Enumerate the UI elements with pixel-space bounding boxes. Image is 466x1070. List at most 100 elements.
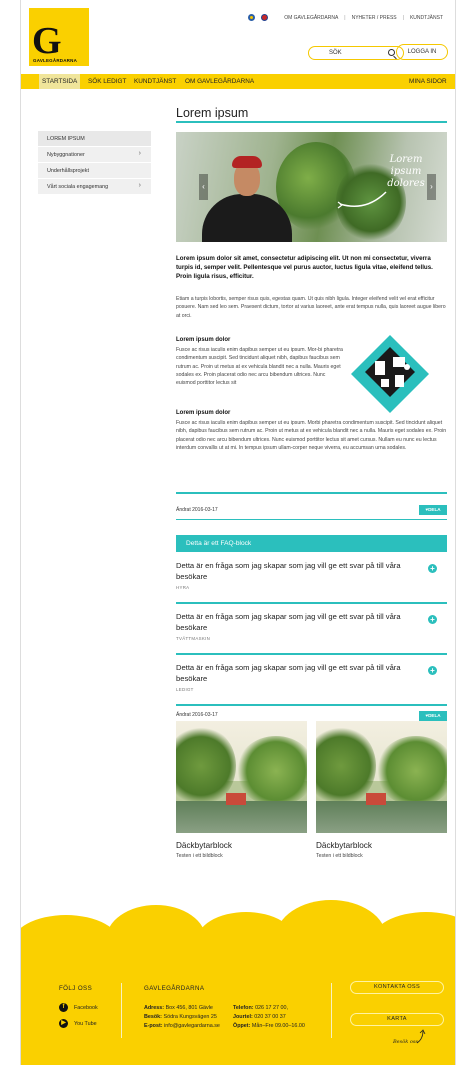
share-button[interactable]: ♥DELA (419, 711, 447, 721)
plus-icon[interactable]: + (428, 564, 437, 573)
main-nav: STARTSIDA SÖK LEDIGT KUNDTJÄNST OM GAVLE… (21, 74, 455, 89)
faq-heading: Detta är ett FAQ-block (176, 535, 447, 552)
faq-tag: TVÄTTMASKIN (176, 636, 211, 641)
top-links: OM GAVLEGÅRDARNA | NYHETER / PRESS | KUN… (248, 14, 443, 21)
page: G GAVLEGÅRDARNA OM GAVLEGÅRDARNA | NYHET… (20, 0, 456, 1065)
changed-date: Ändrat 2016-03-17 (176, 712, 218, 718)
faq-item[interactable]: Detta är en fråga som jag skapar som jag… (176, 662, 447, 692)
faq-tag: HYRA (176, 585, 190, 590)
sidebar-item-socialt-engagemang[interactable]: Vårt sociala engagemang › (38, 179, 151, 195)
sidebar-item-label: Underhållsprojekt (47, 168, 89, 174)
map-button[interactable]: KARTA (350, 1013, 444, 1026)
hero-caption: Lorem ipsum dolores (387, 154, 425, 189)
faq-divider (176, 602, 447, 604)
address-value: Box 456, 801 Gävle (165, 1005, 213, 1011)
follow-heading: FÖLJ OSS (59, 985, 93, 992)
faq-divider (176, 704, 447, 706)
sidebar-item-label: Vårt sociala engagemang (47, 184, 109, 190)
sidebar-item-label: LOREM IPSUM (47, 136, 85, 142)
top-link-om[interactable]: OM GAVLEGÅRDARNA (284, 15, 338, 21)
card-image (316, 721, 447, 833)
email-label: E-post: (144, 1023, 163, 1029)
hours-label: Öppet: (233, 1023, 251, 1029)
swedish-flag-icon[interactable] (248, 14, 256, 21)
english-flag-icon[interactable] (261, 14, 269, 21)
content-divider (176, 492, 447, 494)
hours-value: Mån–Fre 09.00–16.00 (251, 1023, 305, 1029)
gavlegardarna-logo[interactable]: G GAVLEGÅRDARNA (29, 8, 89, 66)
contact-us-button[interactable]: KONTAKTA OSS (350, 981, 444, 994)
faq-question: Detta är en fråga som jag skapar som jag… (176, 663, 401, 683)
faq-tag: LEDIGT (176, 687, 194, 692)
faq-divider (176, 653, 447, 655)
card-subtitle: Testen i ett bildblock (316, 853, 363, 859)
body-paragraph-1: Etiam a turpis lobortis, semper risus qu… (176, 296, 446, 319)
sidebar-item-nybyggnationer[interactable]: Nybyggnationer › (38, 147, 151, 163)
visit-label: Besök: (144, 1014, 162, 1020)
plus-icon[interactable]: + (428, 666, 437, 675)
card-image (176, 721, 307, 833)
search-icon (388, 49, 395, 56)
sidebar-item-lorem-ipsum[interactable]: LOREM IPSUM (38, 131, 151, 147)
logo-text: GAVLEGÅRDARNA (33, 58, 78, 63)
sidebar-item-underhallsprojekt[interactable]: Underhållsprojekt (38, 163, 151, 179)
phone-label: Telefon: (233, 1005, 254, 1011)
login-button[interactable]: LOGGA IN (396, 44, 448, 60)
plus-icon[interactable]: + (428, 615, 437, 624)
top-link-kundtjanst[interactable]: KUNDTJÄNST (410, 15, 443, 21)
image-block-card[interactable]: Däckbytarblock Testen i ett bildblock (316, 721, 447, 859)
card-title: Däckbytarblock (316, 841, 372, 850)
search-label: SÖK (329, 50, 342, 56)
faq-item[interactable]: Detta är en fråga som jag skapar som jag… (176, 611, 447, 641)
lead-paragraph: Lorem ipsum dolor sit amet, consectetur … (176, 255, 433, 280)
phone-value: 026 17 27 00, (255, 1005, 289, 1011)
card-title: Däckbytarblock (176, 841, 232, 850)
chevron-right-icon: › (138, 182, 141, 189)
facebook-link[interactable]: Facebook (74, 1005, 98, 1011)
logo-g-mark: G (32, 20, 62, 62)
emergency-value: 020 37 00 37 (254, 1014, 286, 1020)
card-subtitle: Testen i ett bildblock (176, 853, 223, 859)
hero-swoosh-arrow (337, 191, 387, 209)
title-divider (176, 121, 447, 123)
footer-divider (121, 983, 122, 1038)
share-label: DELA (428, 713, 441, 718)
curved-arrow-icon (416, 1029, 426, 1044)
company-heading: GAVLEGÅRDARNA (144, 985, 205, 992)
share-button[interactable]: ♥DELA (419, 505, 447, 515)
image-block-card[interactable]: Däckbytarblock Testen i ett bildblock (176, 721, 307, 859)
faq-question: Detta är en fråga som jag skapar som jag… (176, 612, 401, 632)
subheading-2: Lorem ipsum dolor (176, 410, 231, 416)
subheading-1: Lorem ipsum dolor (176, 337, 231, 343)
nav-item-kundtjanst[interactable]: KUNDTJÄNST (134, 78, 176, 85)
nav-item-mina-sidor[interactable]: MINA SIDOR (409, 78, 447, 85)
top-link-nyheter[interactable]: NYHETER / PRESS (352, 15, 397, 21)
nav-item-startsida[interactable]: STARTSIDA (39, 74, 81, 89)
sidebar: LOREM IPSUM Nybyggnationer › Underhållspr… (38, 131, 151, 195)
page-title: Lorem ipsum (176, 106, 249, 120)
emergency-label: Jourtel: (233, 1014, 253, 1020)
nav-item-sok-ledigt[interactable]: SÖK LEDIGT (88, 78, 126, 85)
faq-question: Detta är en fråga som jag skapar som jag… (176, 561, 401, 581)
visit-value: Södra Kungsvägen 25 (163, 1014, 217, 1020)
footer: FÖLJ OSS f Facebook ▶ You Tube GAVLEGÅRD… (21, 935, 455, 1065)
isometric-city-illustration (351, 335, 429, 413)
slider-prev-button[interactable]: ‹ (199, 174, 208, 200)
faq-item[interactable]: Detta är en fråga som jag skapar som jag… (176, 560, 447, 590)
youtube-icon[interactable]: ▶ (59, 1019, 68, 1028)
body-paragraph-2: Fusce ac risus iaculis enim dapibus semp… (176, 347, 343, 387)
search-button[interactable]: SÖK (308, 46, 404, 60)
share-label: DELA (428, 507, 441, 512)
body-paragraph-3: Fusce ac risus iaculis enim dapibus semp… (176, 420, 447, 451)
nav-item-om-gavlegardarna[interactable]: OM GAVLEGÅRDARNA (185, 78, 254, 85)
hero-person-cap (232, 156, 262, 168)
chevron-right-icon: › (138, 150, 141, 157)
youtube-link[interactable]: You Tube (74, 1021, 97, 1027)
sidebar-item-label: Nybyggnationer (47, 152, 85, 158)
facebook-icon[interactable]: f (59, 1003, 68, 1012)
changed-date: Ändrat 2016-03-17 (176, 507, 218, 513)
email-link[interactable]: info@gavlegardarna.se (164, 1023, 220, 1029)
hero-slider: ‹ › Lorem ipsum dolores (176, 132, 447, 242)
footer-divider (331, 983, 332, 1038)
address-label: Adress: (144, 1005, 165, 1011)
